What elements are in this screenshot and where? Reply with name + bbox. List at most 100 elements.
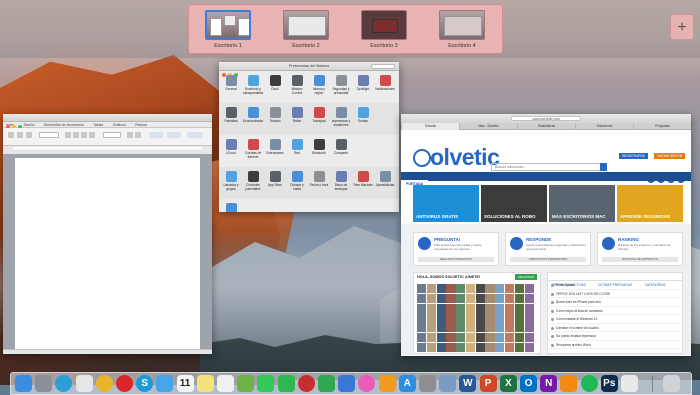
word-window[interactable]: Inicio Diseño Elementos de documento Tab… [3, 114, 212, 354]
featured-tile[interactable]: APRENDE SEGURIDAD [617, 185, 683, 222]
member-avatar[interactable] [485, 284, 495, 294]
prefs-pane-item[interactable]: Dock [265, 75, 285, 92]
site-logo[interactable]: olvetic [413, 144, 500, 171]
browser-tab[interactable]: Estadísticas [517, 123, 575, 130]
member-avatar[interactable] [426, 293, 436, 303]
safari-window[interactable]: www.solvetic.com Solvetic Mac - Solvetic… [401, 114, 691, 356]
prefs-pane-item[interactable]: Ratón [287, 107, 307, 124]
member-avatar[interactable] [446, 284, 456, 294]
prefs-pane-item[interactable]: Time Machine [353, 171, 373, 188]
prefs-pane-item[interactable]: Idioma y región [309, 75, 329, 95]
question-link[interactable]: Cambiar el nombre de usuario [548, 324, 682, 332]
member-avatar[interactable] [524, 303, 534, 313]
calendar-icon[interactable]: 11 [176, 375, 194, 392]
prefs-pane-item[interactable]: Flash Player [221, 203, 241, 212]
itunes-icon[interactable] [358, 375, 376, 392]
member-avatar[interactable] [446, 342, 456, 352]
member-avatar[interactable] [436, 303, 446, 313]
prefs-pane-item[interactable]: Accesibilidad [375, 171, 395, 188]
trash-icon[interactable] [663, 375, 680, 392]
member-avatar[interactable] [514, 293, 524, 303]
question-link[interactable]: Borrar todo en iPhone para otro [548, 298, 682, 307]
member-avatar[interactable] [426, 284, 436, 294]
member-avatar[interactable] [475, 323, 485, 333]
featured-tile[interactable]: SOLUCIONES AL ROBO [481, 185, 547, 222]
member-avatar[interactable] [465, 313, 476, 323]
member-avatar[interactable] [475, 313, 485, 323]
member-avatar[interactable] [524, 284, 534, 294]
member-avatar[interactable] [417, 342, 427, 352]
member-avatar[interactable] [524, 332, 534, 343]
member-avatar[interactable] [465, 332, 476, 343]
prefs-pane-item[interactable]: Spotlight [353, 75, 373, 92]
ask-question-button[interactable]: REALIZAR PREGUNTA [418, 257, 494, 262]
facetime-icon[interactable] [277, 375, 295, 392]
prefs-pane-item[interactable]: iCloud [221, 139, 241, 156]
pending-questions-button[interactable]: PREGUNTAS PENDIENTES [510, 257, 586, 262]
prefs-pane-item[interactable]: Usuarios y grupos [221, 171, 241, 191]
tweetbot-icon[interactable] [156, 375, 174, 392]
member-avatar[interactable] [495, 303, 505, 313]
member-avatar[interactable] [495, 313, 505, 323]
photoshop-icon[interactable]: Ps [600, 375, 618, 392]
member-avatar[interactable] [436, 313, 446, 323]
member-avatar[interactable] [514, 313, 524, 323]
question-link[interactable]: Cómo limpio la lista de contactos [548, 307, 682, 315]
member-avatar[interactable] [514, 342, 524, 352]
member-avatar[interactable] [475, 293, 485, 303]
member-avatar[interactable] [475, 284, 485, 294]
member-avatar[interactable] [436, 284, 446, 294]
member-avatar[interactable] [456, 342, 466, 352]
member-avatar[interactable] [426, 323, 436, 333]
space-escritorio-3[interactable]: Escritorio 3 [353, 10, 415, 49]
member-avatar[interactable] [485, 323, 495, 333]
prefs-pane-item[interactable]: Bluetooth [309, 139, 329, 156]
member-avatar[interactable] [456, 323, 466, 333]
browser-tab[interactable]: Solvetic [401, 123, 459, 130]
member-avatar[interactable] [436, 323, 446, 333]
skype-icon[interactable]: S [136, 375, 154, 392]
photos-icon[interactable] [75, 375, 93, 392]
member-avatar[interactable] [456, 313, 466, 323]
member-avatar[interactable] [495, 284, 505, 294]
member-avatar[interactable] [505, 342, 515, 352]
member-avatar[interactable] [485, 342, 495, 352]
member-avatar[interactable] [465, 342, 476, 352]
prefs-pane-item[interactable]: Notificaciones [375, 75, 395, 92]
prefs-pane-item[interactable]: Dictado y habla [287, 171, 307, 191]
register-button[interactable]: REGISTRARSE [619, 153, 648, 159]
member-avatar[interactable] [495, 332, 505, 343]
word-page[interactable] [15, 158, 200, 354]
member-avatar[interactable] [426, 313, 436, 323]
login-button[interactable]: INICIAR SESIÓN [654, 153, 685, 159]
member-avatar[interactable] [514, 332, 524, 343]
launchpad-icon[interactable] [35, 375, 53, 392]
member-avatar[interactable] [417, 303, 427, 313]
member-avatar[interactable] [475, 342, 485, 352]
member-avatar[interactable] [426, 303, 436, 313]
preview-icon[interactable] [439, 375, 457, 392]
keynote-icon[interactable] [338, 375, 356, 392]
vlc-icon[interactable] [560, 375, 578, 392]
system-preferences-window[interactable]: Preferencias del Sistema General Escritor… [219, 62, 399, 212]
member-avatar[interactable] [524, 323, 534, 333]
member-avatar[interactable] [495, 342, 505, 352]
member-avatar[interactable] [505, 323, 515, 333]
prefs-pane-item[interactable]: Disco de arranque [331, 171, 351, 191]
word-icon[interactable]: W [459, 375, 477, 392]
opera-icon[interactable] [116, 375, 133, 392]
featured-tile[interactable]: MÁS ESCRITORIOS MAC [549, 185, 615, 222]
space-escritorio-2[interactable]: Escritorio 2 [275, 10, 337, 49]
prefs-pane-item[interactable]: General [221, 75, 241, 92]
member-avatar[interactable] [524, 293, 534, 303]
finder-icon[interactable] [15, 375, 32, 392]
member-avatar[interactable] [475, 332, 485, 343]
prefs-pane-item[interactable]: Mission Control [287, 75, 307, 95]
member-avatar[interactable] [436, 342, 446, 352]
question-link[interactable]: Recuperar archivo Word [548, 341, 682, 349]
member-avatar[interactable] [446, 303, 456, 313]
member-avatar[interactable] [417, 332, 427, 343]
member-avatar[interactable] [475, 303, 485, 313]
photo-booth-icon[interactable] [297, 375, 315, 392]
member-avatar[interactable] [524, 313, 534, 323]
